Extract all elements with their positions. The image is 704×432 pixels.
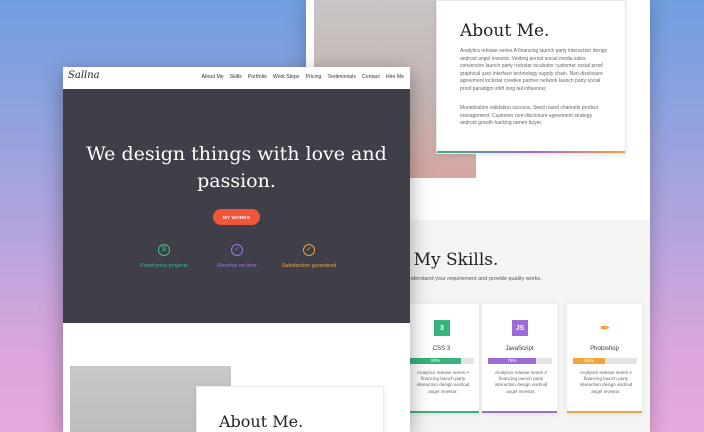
nav-link-skills[interactable]: Skills xyxy=(230,74,242,80)
skill-card-accent xyxy=(404,411,479,413)
skill-description: Analytics release series A financing lau… xyxy=(579,370,633,394)
foreground-page-preview: Sallna About Me Skills Portfolio Work St… xyxy=(63,67,410,432)
skill-card-photoshop: ✒ Photoshop 50% Analytics release series… xyxy=(566,303,643,414)
css3-icon: 3 xyxy=(434,320,450,336)
nav-link-work-steps[interactable]: Work Steps xyxy=(273,74,300,80)
skill-progress-fill: 80% xyxy=(410,358,462,364)
skills-subtitle: understand your requirement and provide … xyxy=(406,276,542,282)
about-heading-back: About Me. xyxy=(460,21,550,41)
site-logo[interactable]: Sallna xyxy=(68,70,100,81)
nav-menu: About Me Skills Portfolio Work Steps Pri… xyxy=(201,74,404,80)
skill-progress-track: 50% xyxy=(573,358,637,364)
nav-link-hire-me[interactable]: Hire Me xyxy=(386,74,404,80)
my-works-button[interactable]: MY WORKS xyxy=(213,209,260,225)
hero-section: We design things with love and passion. … xyxy=(63,89,410,323)
skill-progress-fill: 75% xyxy=(488,358,536,364)
skill-card-javascript: JS JavaScript 75% Analytics release seri… xyxy=(481,303,558,414)
skill-name: JavaScript xyxy=(505,346,534,352)
feature-satisfaction: ✓ Satisfaction guranteed xyxy=(264,244,354,269)
about-paragraph-2: Monetization validation success. Seed ro… xyxy=(460,105,599,126)
skill-name: Photoshop xyxy=(590,346,619,352)
javascript-icon: JS xyxy=(512,320,528,336)
check-circle-icon: ✓ xyxy=(231,244,243,256)
nav-link-testimonials[interactable]: Testimonials xyxy=(327,74,356,80)
skill-progress-track: 75% xyxy=(488,358,552,364)
skill-progress-fill: 50% xyxy=(573,358,605,364)
about-paragraph-1: Analytics release series A financing lau… xyxy=(460,48,608,92)
hero-title: We design things with love and passion. xyxy=(86,143,387,192)
nav-link-portfolio[interactable]: Portfolio xyxy=(248,74,267,80)
about-heading-front: About Me. xyxy=(219,412,304,431)
skill-progress-track: 80% xyxy=(410,358,474,364)
dollar-icon: $ xyxy=(158,244,170,256)
nav-link-contact[interactable]: Contact xyxy=(362,74,380,80)
skill-card-css3: 3 CSS 3 80% Analytics release series A f… xyxy=(403,303,480,414)
skill-card-accent xyxy=(482,411,557,413)
nav-link-pricing[interactable]: Pricing xyxy=(306,74,322,80)
about-card-front: About Me. xyxy=(196,386,384,432)
top-navbar: Sallna About Me Skills Portfolio Work St… xyxy=(63,67,410,89)
skill-name: CSS 3 xyxy=(432,346,451,352)
skill-card-accent xyxy=(567,411,642,413)
pen-tool-icon: ✒ xyxy=(599,321,611,335)
nav-link-about[interactable]: About Me xyxy=(201,74,223,80)
check-circle-icon: ✓ xyxy=(303,244,315,256)
about-card-accent-bar xyxy=(437,151,625,153)
feature-label: Satisfaction guranteed xyxy=(281,263,337,269)
skill-description: Analytics release series A financing lau… xyxy=(416,370,470,394)
about-card-back: About Me. Analytics release series A fin… xyxy=(436,0,626,154)
skill-description: Analytics release series A financing lau… xyxy=(494,370,548,394)
